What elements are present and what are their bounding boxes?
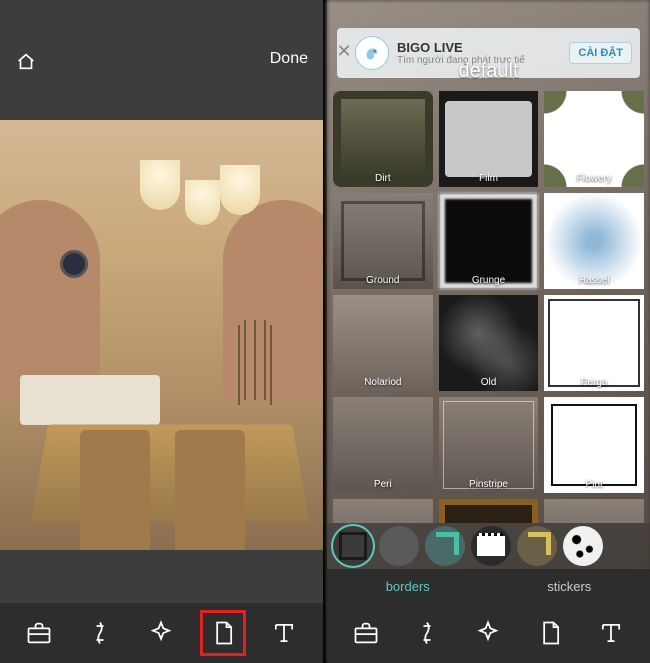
style-option-1[interactable]: [333, 526, 373, 566]
border-item-13[interactable]: [439, 499, 539, 523]
page-icon: [209, 619, 237, 647]
brush-icon: [413, 619, 441, 647]
border-label: Dirt: [375, 173, 391, 187]
text-icon: [270, 619, 298, 647]
sparkle-icon: [474, 619, 502, 647]
tab-borders[interactable]: borders: [327, 569, 489, 603]
border-label: Pint: [586, 479, 603, 493]
border-label: Flowery: [577, 173, 612, 187]
tool-toolbox[interactable]: [343, 610, 389, 656]
border-label: Grunge: [472, 275, 505, 289]
border-label: Old: [481, 377, 497, 391]
ad-close-button[interactable]: ✕: [335, 42, 353, 60]
bottom-toolbar-right: [327, 603, 650, 663]
style-option-2[interactable]: [379, 526, 419, 566]
border-item-Pint[interactable]: Pint: [544, 397, 644, 493]
border-thumb: [544, 499, 644, 523]
border-item-Nolariod[interactable]: Nolariod: [333, 295, 433, 391]
bottom-toolbar-left: [0, 603, 323, 663]
left-screen: Done: [0, 0, 323, 663]
tool-brush[interactable]: [77, 610, 123, 656]
border-label: Ground: [366, 275, 399, 289]
border-style-strip[interactable]: [327, 523, 650, 569]
style-option-6[interactable]: [563, 526, 603, 566]
border-item-Perga[interactable]: Perga: [544, 295, 644, 391]
right-screen: ✕ BIGO LIVE Tìm người đang phát trực tiế…: [327, 0, 650, 663]
editor-header: Done: [0, 0, 323, 120]
toolbox-icon: [352, 619, 380, 647]
border-label: Pinstripe: [469, 479, 508, 493]
border-item-Film[interactable]: Film: [439, 91, 539, 187]
tool-text[interactable]: [588, 610, 634, 656]
border-item-Dirt[interactable]: Dirt: [333, 91, 433, 187]
tool-effects[interactable]: [138, 610, 184, 656]
border-item-Ground[interactable]: Ground: [333, 193, 433, 289]
tool-toolbox[interactable]: [16, 610, 62, 656]
border-label: Film: [479, 173, 498, 187]
page-icon: [536, 619, 564, 647]
photo-preview[interactable]: [0, 120, 323, 550]
border-item-12[interactable]: [333, 499, 433, 523]
tool-effects[interactable]: [465, 610, 511, 656]
border-label: Nolariod: [364, 377, 401, 391]
text-icon: [597, 619, 625, 647]
brush-icon: [86, 619, 114, 647]
tool-borders[interactable]: [527, 610, 573, 656]
tool-text[interactable]: [261, 610, 307, 656]
border-item-Grunge[interactable]: Grunge: [439, 193, 539, 289]
tool-brush[interactable]: [404, 610, 450, 656]
toolbox-icon: [25, 619, 53, 647]
style-option-3[interactable]: [425, 526, 465, 566]
border-thumb: [439, 499, 539, 523]
border-item-Old[interactable]: Old: [439, 295, 539, 391]
ad-title: BIGO LIVE: [397, 40, 561, 55]
border-item-Pinstripe[interactable]: Pinstripe: [439, 397, 539, 493]
tab-stickers[interactable]: stickers: [489, 569, 650, 603]
done-button[interactable]: Done: [270, 50, 308, 68]
border-thumb: [333, 499, 433, 523]
style-option-5[interactable]: [517, 526, 557, 566]
tool-borders[interactable]: [200, 610, 246, 656]
border-label: Perga: [581, 377, 608, 391]
border-category-title: default: [327, 60, 650, 83]
home-button[interactable]: [15, 50, 37, 72]
border-item-Flowery[interactable]: Flowery: [544, 91, 644, 187]
border-item-Hassel[interactable]: Hassel: [544, 193, 644, 289]
close-icon: ✕: [336, 41, 351, 62]
sparkle-icon: [147, 619, 175, 647]
border-label: Hassel: [579, 275, 610, 289]
tab-row: borders stickers: [327, 569, 650, 603]
style-option-4[interactable]: [471, 526, 511, 566]
border-item-Peri[interactable]: Peri: [333, 397, 433, 493]
home-icon: [15, 50, 37, 72]
border-item-14[interactable]: [544, 499, 644, 523]
border-label: Peri: [374, 479, 392, 493]
border-grid[interactable]: Dirt Film Flowery Ground Grunge Hassel Nolario…: [327, 83, 650, 523]
